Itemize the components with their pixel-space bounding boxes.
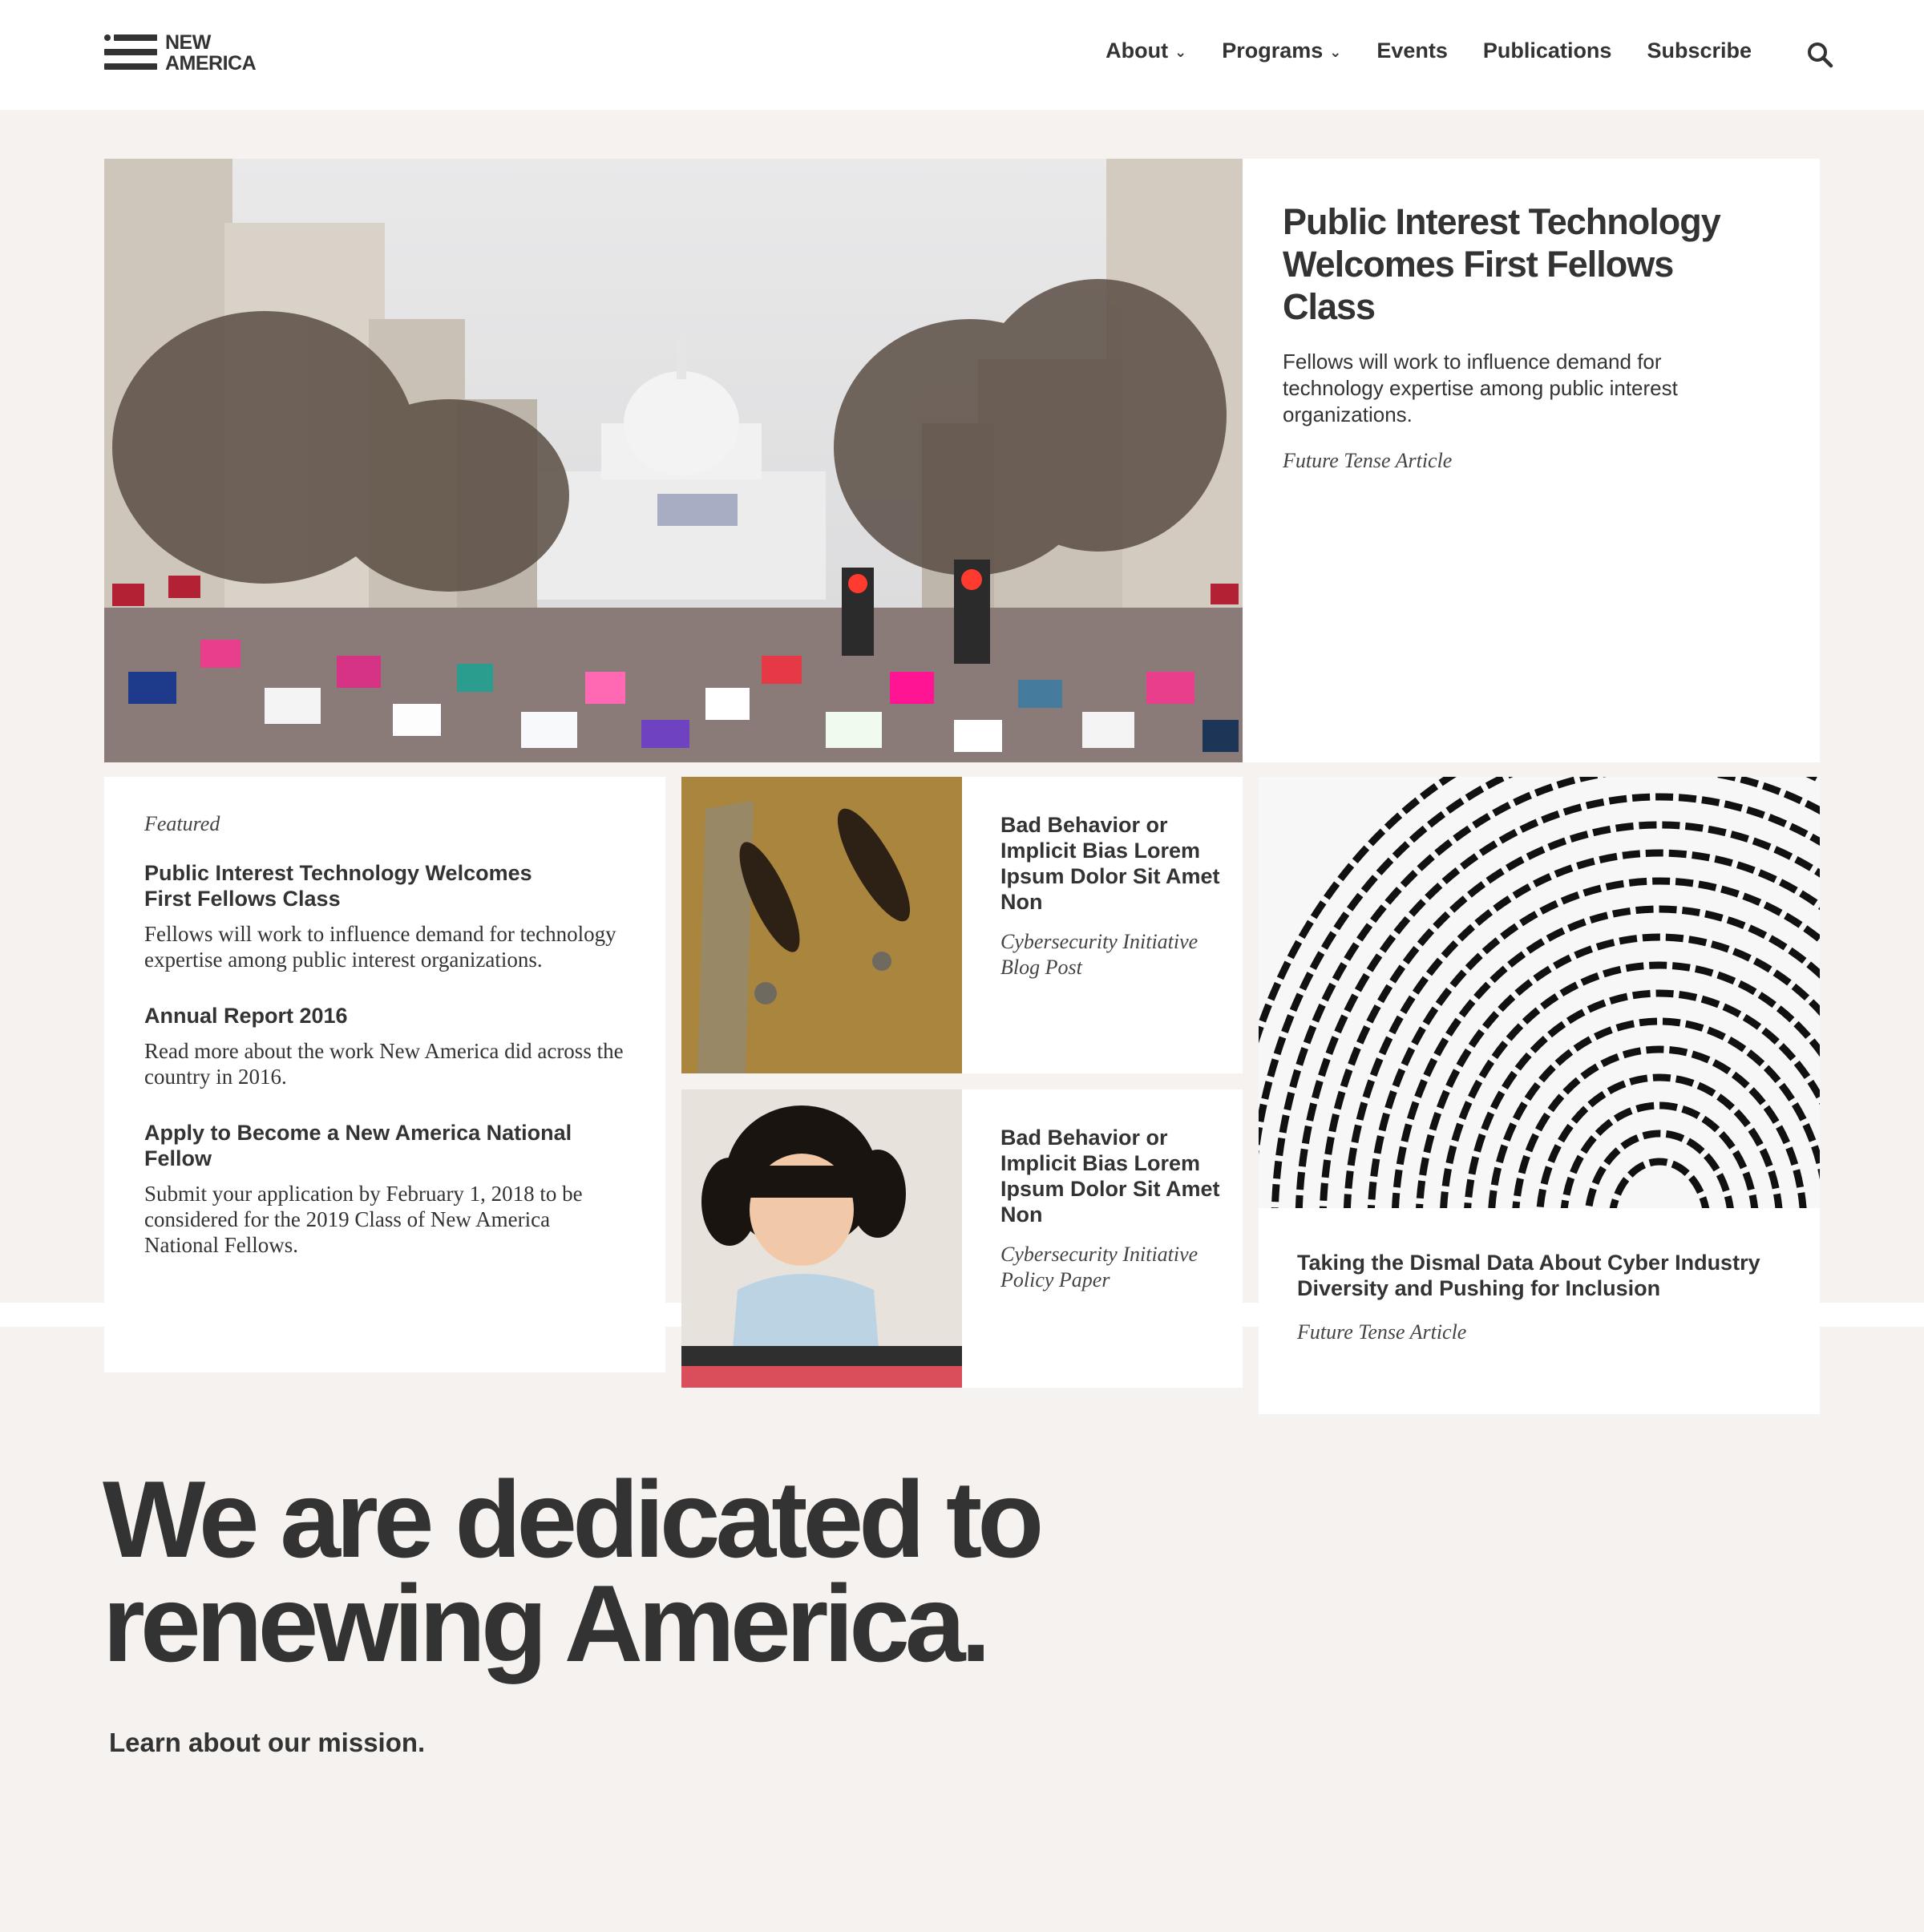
hero-title[interactable]: Public Interest Technology Welcomes Firs…	[1283, 200, 1764, 328]
hero-card[interactable]: Public Interest Technology Welcomes Firs…	[1243, 159, 1820, 762]
hero-tag[interactable]: Future Tense Article	[1283, 449, 1780, 473]
featured-item-title[interactable]: Annual Report 2016	[144, 1003, 577, 1029]
main-nav: About ⌄ Programs ⌄ Events Publications Sub…	[1070, 38, 1752, 63]
featured-label: Featured	[144, 812, 220, 835]
nav-publications[interactable]: Publications	[1483, 38, 1612, 63]
nav-about[interactable]: About ⌄	[1105, 38, 1186, 63]
featured-item-title[interactable]: Public Interest Technology Welcomes Firs…	[144, 860, 577, 911]
article-title[interactable]: Bad Behavior or Implicit Bias Lorem Ipsu…	[1000, 812, 1225, 915]
article-title[interactable]: Bad Behavior or Implicit Bias Lorem Ipsu…	[1000, 1125, 1225, 1227]
hero-description: Fellows will work to influence demand fo…	[1283, 350, 1678, 426]
nav-subscribe[interactable]: Subscribe	[1647, 38, 1752, 63]
article-image-shadows[interactable]	[681, 777, 962, 1073]
article-card[interactable]: Bad Behavior or Implicit Bias Lorem Ipsu…	[681, 1089, 1243, 1388]
article-card[interactable]: Bad Behavior or Implicit Bias Lorem Ipsu…	[681, 777, 1243, 1073]
featured-panel: Featured Public Interest Technology Welc…	[104, 777, 665, 1372]
article-title[interactable]: Taking the Dismal Data About Cyber Indus…	[1297, 1250, 1794, 1301]
logo-mark-icon	[104, 32, 157, 74]
featured-item[interactable]: Apply to Become a New America National F…	[144, 1120, 625, 1258]
article-text: Bad Behavior or Implicit Bias Lorem Ipsu…	[1000, 812, 1225, 980]
featured-item[interactable]: Public Interest Technology Welcomes Firs…	[144, 860, 625, 972]
mission-link[interactable]: Learn about our mission.	[109, 1728, 425, 1758]
search-icon[interactable]	[1805, 40, 1834, 69]
article-image-child-tablet[interactable]	[681, 1089, 962, 1388]
logo-text: NEW AMERICA	[165, 31, 257, 75]
article-tag[interactable]: Future Tense Article	[1297, 1320, 1794, 1344]
article-text: Taking the Dismal Data About Cyber Indus…	[1297, 1250, 1794, 1344]
article-card-large[interactable]: Taking the Dismal Data About Cyber Indus…	[1259, 777, 1820, 1414]
chevron-down-icon: ⌄	[1329, 44, 1342, 60]
featured-item-description: Read more about the work New America did…	[144, 1039, 624, 1089]
mission-heading: We are dedicated to renewing America.	[103, 1458, 1044, 1684]
featured-item-description: Submit your application by February 1, 2…	[144, 1182, 583, 1257]
featured-item-title[interactable]: Apply to Become a New America National F…	[144, 1120, 577, 1171]
hero-image-capitol-march[interactable]	[104, 159, 1243, 762]
article-tag[interactable]: Cybersecurity Initiative Blog Post	[1000, 929, 1225, 980]
site-header: NEW AMERICA About ⌄ Programs ⌄ Events Publ…	[0, 0, 1924, 110]
featured-item[interactable]: Annual Report 2016 Read more about the w…	[144, 1003, 625, 1089]
new-america-logo[interactable]: NEW AMERICA	[104, 31, 257, 75]
featured-item-description: Fellows will work to influence demand fo…	[144, 922, 616, 972]
nav-events[interactable]: Events	[1376, 38, 1448, 63]
article-image-fingerprint[interactable]	[1259, 777, 1820, 1208]
nav-programs[interactable]: Programs ⌄	[1222, 38, 1341, 63]
chevron-down-icon: ⌄	[1174, 44, 1187, 60]
article-text: Bad Behavior or Implicit Bias Lorem Ipsu…	[1000, 1125, 1225, 1293]
article-tag[interactable]: Cybersecurity Initiative Policy Paper	[1000, 1242, 1225, 1293]
